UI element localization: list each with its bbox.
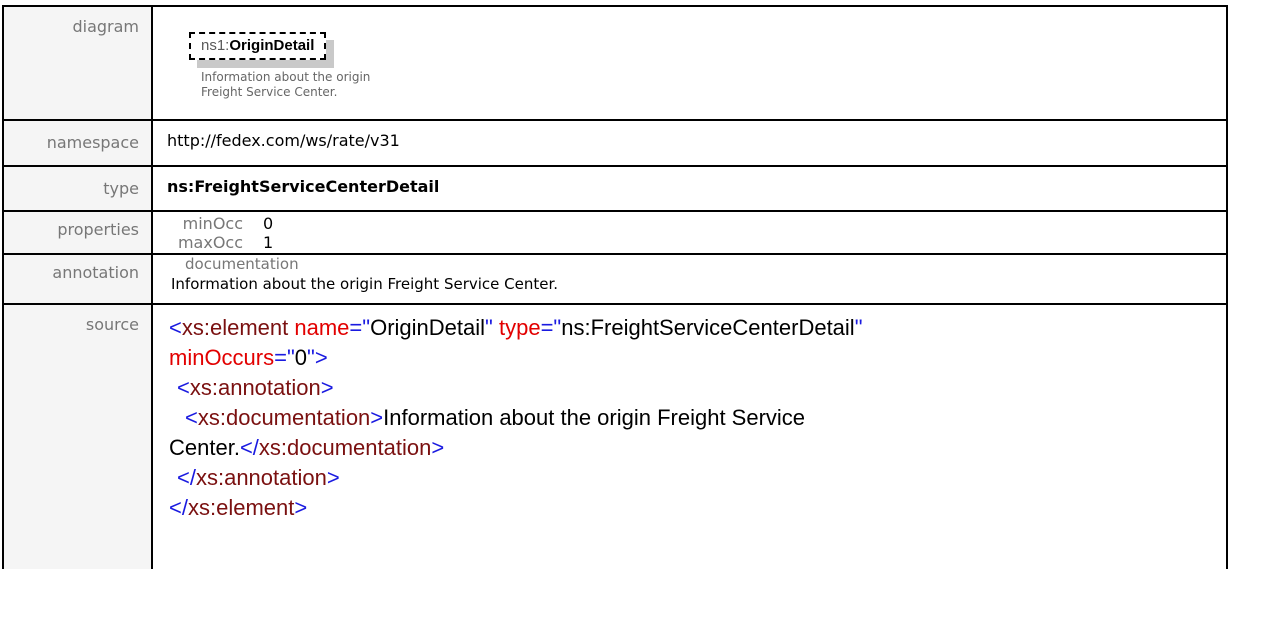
source-line: <xs:element name="OriginDetail" type="ns… xyxy=(169,315,863,340)
row-source: source <xs:element name="OriginDetail" t… xyxy=(2,303,1228,569)
diagram-cell: ns1:OriginDetail Information about the o… xyxy=(151,5,1228,121)
property-value: 1 xyxy=(263,233,274,252)
source-line: Center.</xs:documentation> xyxy=(169,435,445,460)
property-key: minOcc xyxy=(182,214,243,233)
element-diagram-box[interactable]: ns1:OriginDetail xyxy=(189,32,335,68)
namespace-value: http://fedex.com/ws/rate/v31 xyxy=(167,131,400,150)
diagram-element-name: OriginDetail xyxy=(229,37,315,54)
source-line: <xs:annotation> xyxy=(177,375,334,400)
source-line: minOccurs="0"> xyxy=(169,345,328,370)
row-annotation: annotation documentation Information abo… xyxy=(2,253,1228,305)
property-row: minOcc 0 xyxy=(167,214,1226,233)
diagram-prefix: ns1: xyxy=(201,37,230,54)
property-key: maxOcc xyxy=(177,233,243,252)
source-code: <xs:element name="OriginDetail" type="ns… xyxy=(167,305,1226,523)
row-namespace: namespace http://fedex.com/ws/rate/v31 xyxy=(2,119,1228,167)
documentation-text: Information about the origin Freight Ser… xyxy=(171,275,559,293)
label-diagram: diagram xyxy=(2,5,153,121)
properties-list: minOcc 0 maxOcc 1 xyxy=(167,212,1226,252)
row-type: type ns:FreightServiceCenterDetail xyxy=(2,165,1228,212)
label-properties: properties xyxy=(2,210,153,255)
property-value: 0 xyxy=(263,214,274,233)
property-row: maxOcc 1 xyxy=(167,233,1226,252)
source-line: <xs:documentation>Information about the … xyxy=(185,405,806,430)
type-link[interactable]: ns:FreightServiceCenterDetail xyxy=(167,167,1226,196)
row-properties: properties minOcc 0 maxOcc 1 xyxy=(2,210,1228,255)
label-namespace: namespace xyxy=(2,119,153,167)
label-source: source xyxy=(2,303,153,569)
label-type: type xyxy=(2,165,153,212)
diagram-element-node[interactable]: ns1:OriginDetail xyxy=(189,32,327,60)
row-diagram: diagram ns1:OriginDetail Information abo… xyxy=(2,5,1228,121)
element-doc-table: diagram ns1:OriginDetail Information abo… xyxy=(2,5,1228,569)
source-line: </xs:element> xyxy=(169,495,308,520)
documentation-label: documentation xyxy=(185,255,299,273)
diagram-note: Information about the origin Freight Ser… xyxy=(201,70,371,99)
source-line: </xs:annotation> xyxy=(177,465,340,490)
label-annotation: annotation xyxy=(2,253,153,305)
